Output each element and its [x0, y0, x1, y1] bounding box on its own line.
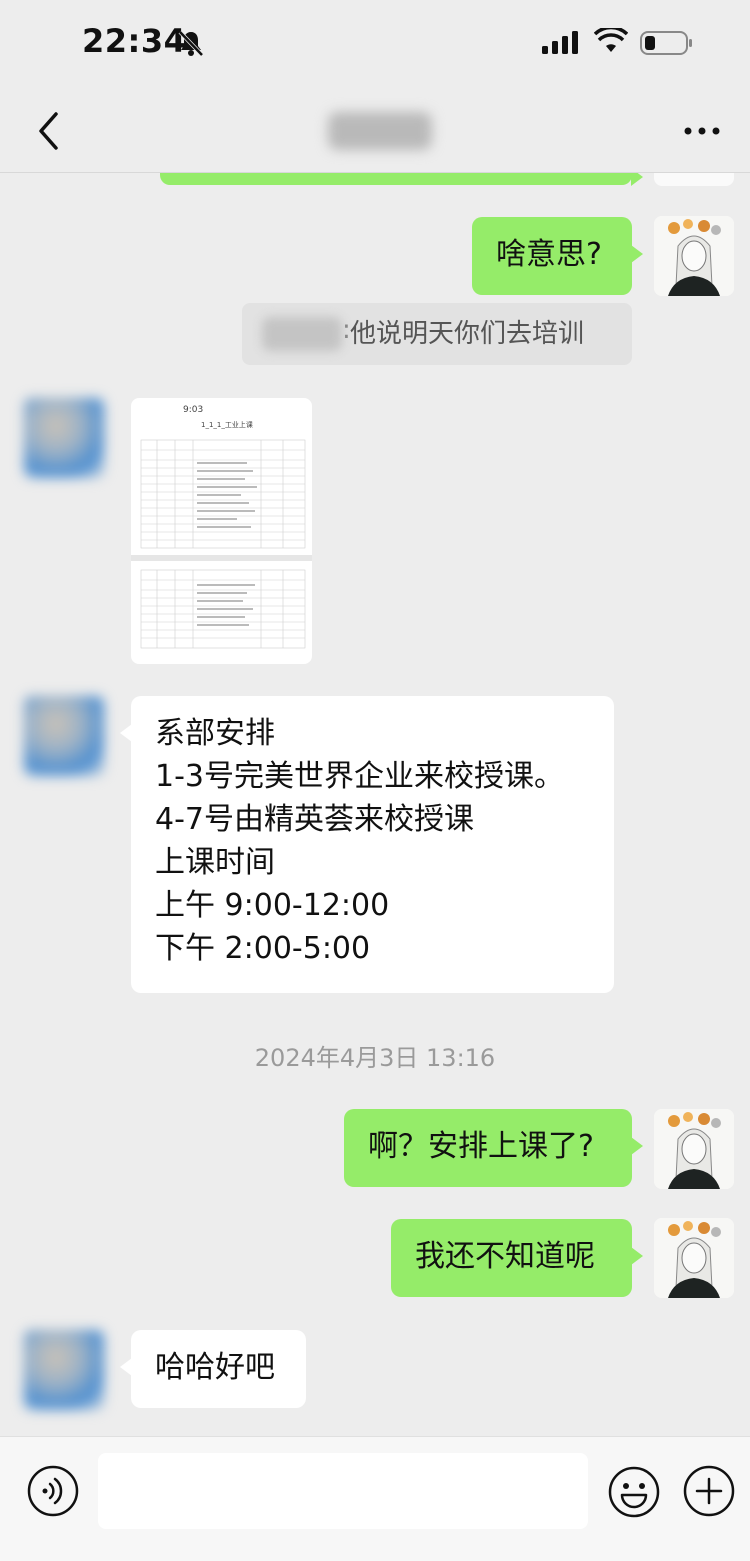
chat-timestamp: 2024年4月3日 13:16: [254, 1044, 496, 1072]
portrait-icon: [654, 216, 734, 296]
more-icon[interactable]: [680, 116, 724, 146]
quoted-sender-blurred: [262, 317, 342, 351]
contact-avatar[interactable]: [24, 398, 104, 478]
message-bubble-me[interactable]: 啊？安排上课了?: [344, 1109, 643, 1187]
signal-icon: [542, 31, 578, 54]
voice-icon[interactable]: [27, 1465, 79, 1517]
status-bar: 22:34: [0, 0, 750, 90]
document-table-graphic: [131, 439, 312, 649]
message-text: 啊？安排上课了?: [368, 1129, 594, 1164]
status-time: 22:34: [82, 22, 187, 60]
battery-icon: [640, 31, 692, 55]
input-bar: [0, 1436, 750, 1561]
message-text: 啥意思?: [496, 237, 602, 272]
my-avatar[interactable]: [654, 1109, 734, 1189]
my-avatar[interactable]: [654, 1218, 734, 1298]
message-bubble-me[interactable]: 啥意思?: [472, 217, 643, 295]
quoted-text: 他说明天你们去培训: [350, 319, 585, 349]
bell-slash-icon: [178, 30, 204, 57]
message-text: 哈哈好吧: [155, 1350, 275, 1385]
contact-avatar[interactable]: [24, 1330, 104, 1410]
contact-avatar[interactable]: [24, 696, 104, 776]
chat-header: [0, 90, 750, 173]
message-input[interactable]: [98, 1453, 588, 1529]
message-bubble-other[interactable]: 哈哈好吧: [120, 1330, 306, 1408]
emoji-icon[interactable]: [607, 1465, 661, 1519]
message-text: 我还不知道呢: [415, 1239, 595, 1274]
message-bubble-other[interactable]: 系部安排 1-3号完美世界企业来校授课。 4-7号由精英荟来校授课 上课时间 上…: [120, 696, 614, 993]
plus-icon[interactable]: [683, 1465, 735, 1517]
portrait-icon: [654, 1109, 734, 1189]
portrait-icon: [654, 1218, 734, 1298]
back-icon[interactable]: [36, 110, 62, 152]
wifi-icon: [594, 28, 628, 52]
image-message[interactable]: 9:03 1_1_1_工业上课: [131, 398, 312, 664]
my-avatar[interactable]: [654, 216, 734, 296]
chat-title-blurred: [328, 112, 432, 150]
quoted-message[interactable]: : 他说明天你们去培训: [242, 303, 632, 365]
message-text: 系部安排 1-3号完美世界企业来校授课。 4-7号由精英荟来校授课 上课时间 上…: [155, 716, 564, 966]
message-bubble-me[interactable]: 我还不知道呢: [391, 1219, 643, 1297]
